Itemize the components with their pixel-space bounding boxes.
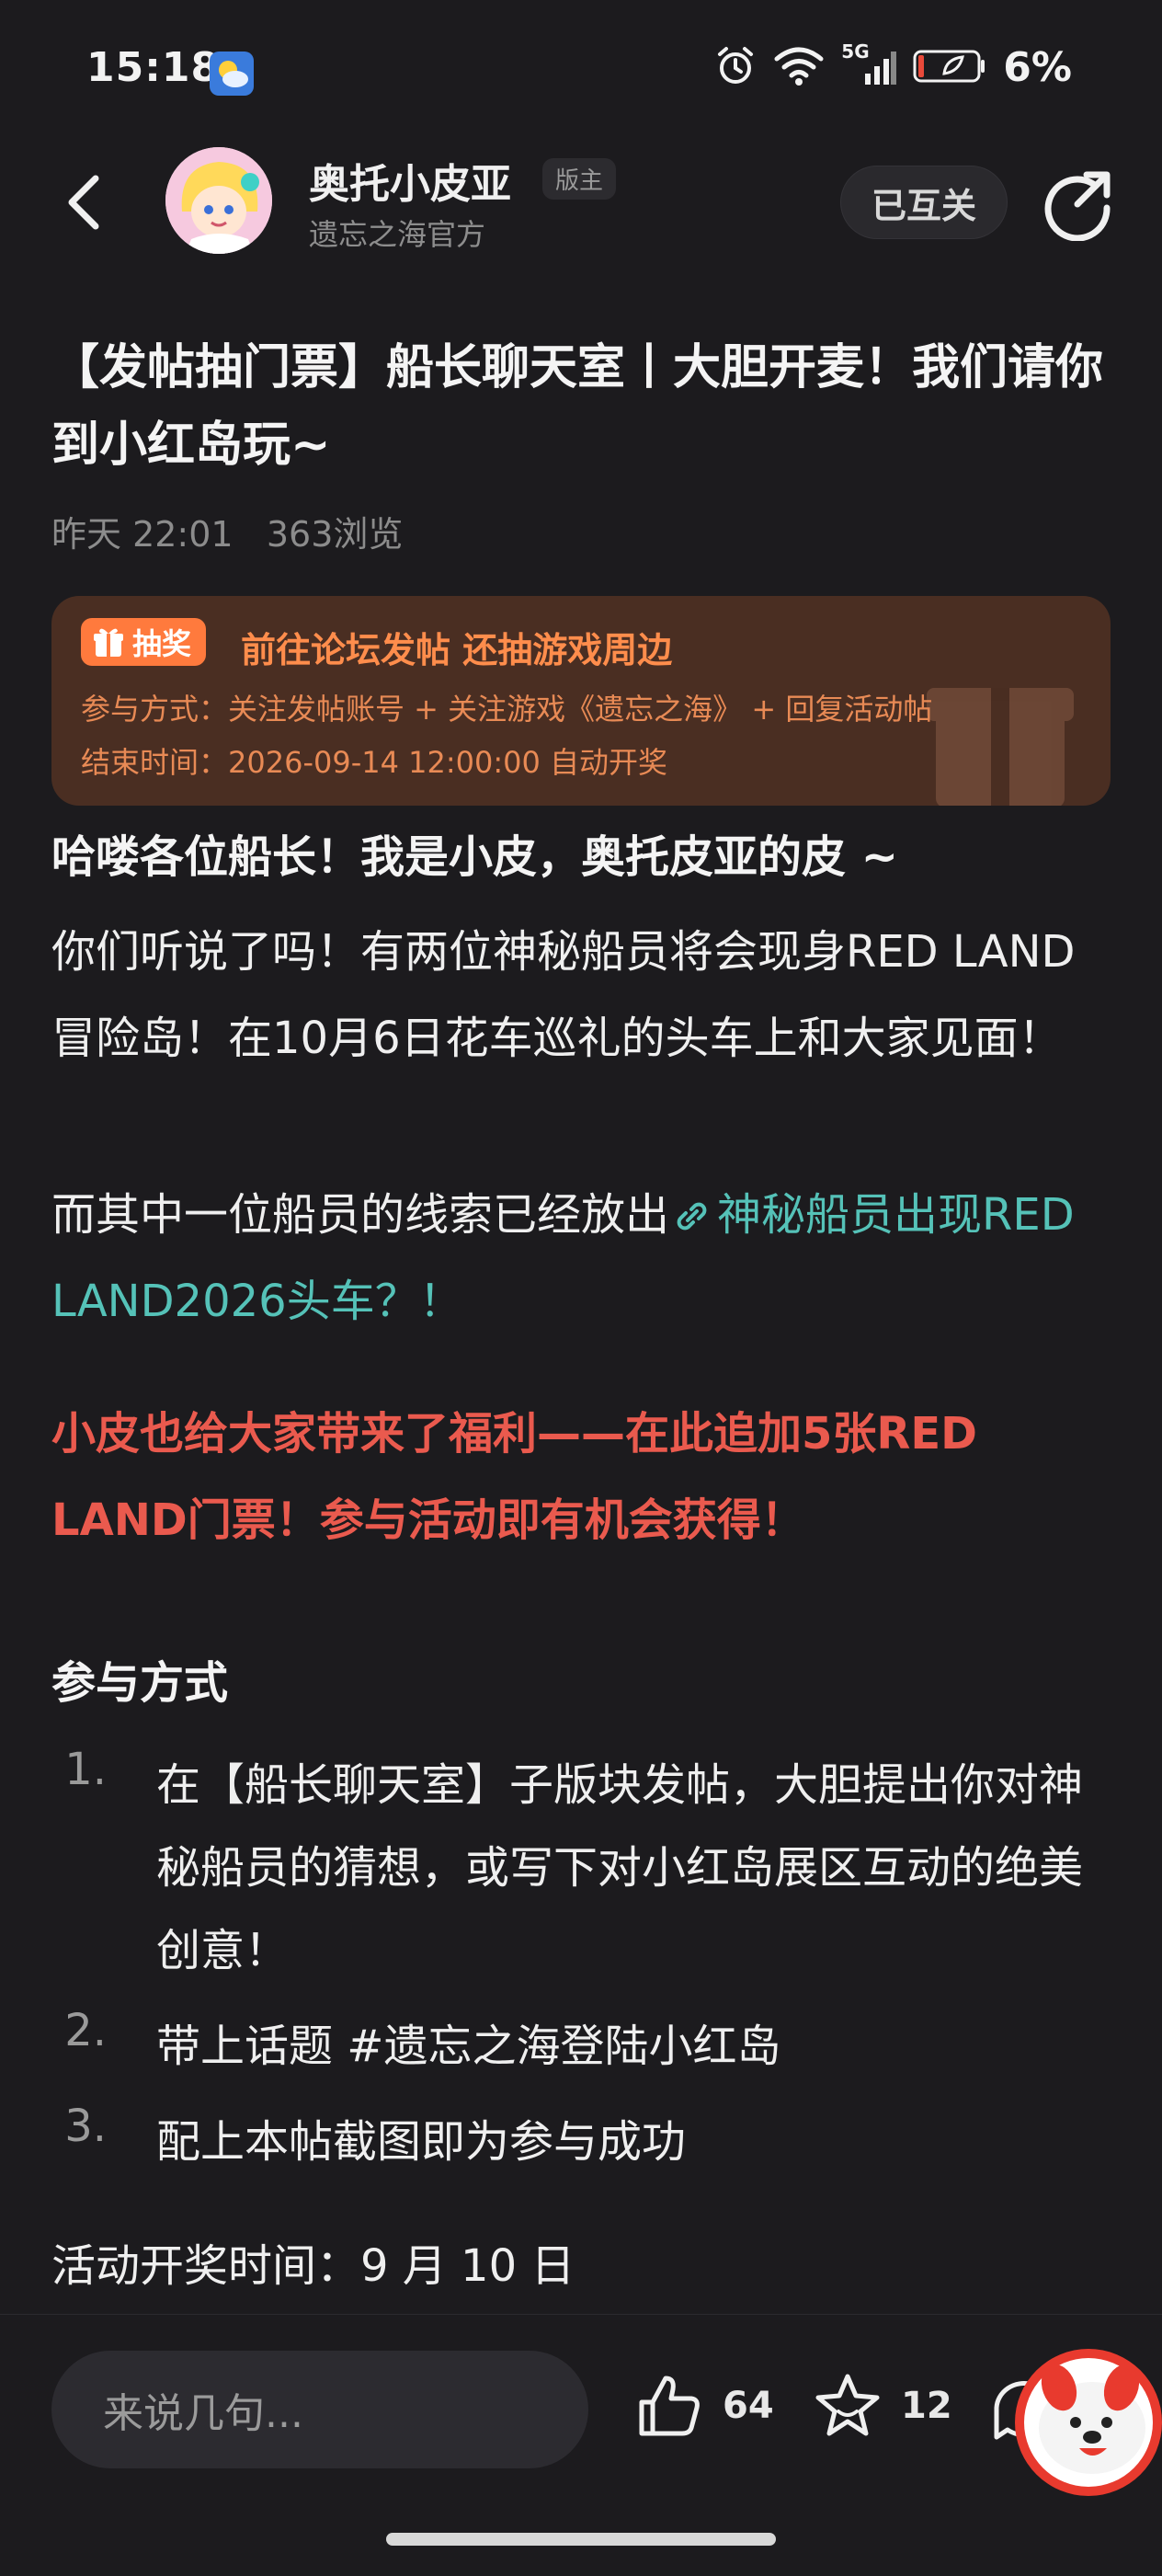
- gift-icon: [94, 628, 123, 657]
- avatar[interactable]: [165, 147, 272, 254]
- list-item-number: 2.: [64, 2005, 107, 2056]
- lottery-card[interactable]: 抽奖 前往论坛发帖 还抽游戏周边 参与方式：关注发帖账号 + 关注游戏《遗忘之海…: [51, 596, 1111, 806]
- author-name[interactable]: 奥托小皮亚: [309, 151, 511, 210]
- body-greeting: 哈喽各位船长！我是小皮，奥托皮亚的皮 ~: [51, 831, 898, 883]
- home-indicator[interactable]: [386, 2533, 776, 2546]
- draw-time: 活动开奖时间：9 月 10 日: [51, 2240, 575, 2292]
- network-type: 5G: [841, 40, 870, 63]
- weather-icon: [210, 52, 254, 96]
- post-title: 【发帖抽门票】船长聊天室丨大胆开麦！我们请你到小红岛玩~: [51, 340, 1104, 473]
- gift-decoration-icon: [927, 651, 1074, 806]
- share-icon: [1044, 171, 1111, 242]
- like-icon: [639, 2376, 700, 2436]
- body-paragraph-link: 而其中一位船员的线索已经放出 神秘船员出现RED LAND2026头车？！: [51, 1172, 1118, 1345]
- highlight-text: 小皮也给大家带来了福利——在此追加5张RED LAND门票！参与活动即有机会获得…: [51, 1408, 977, 1546]
- list-item-number: 1.: [64, 1744, 107, 1795]
- battery-icon: [913, 48, 986, 88]
- lottery-method: 参与方式：关注发帖账号 + 关注游戏《遗忘之海》 + 回复活动帖: [81, 692, 933, 727]
- signal-icon: 5G: [841, 40, 897, 90]
- follow-button[interactable]: 已互关: [840, 166, 1008, 239]
- status-icons: 5G 6%: [714, 40, 1072, 91]
- lottery-end-time: 结束时间：2026-09-14 12:00:00 自动开奖: [81, 745, 668, 780]
- lottery-badge-label: 抽奖: [132, 626, 192, 661]
- author-subtitle: 遗忘之海官方: [309, 217, 486, 252]
- favorite-count: 12: [901, 2385, 952, 2427]
- lottery-badge: 抽奖: [81, 618, 207, 666]
- list-item: 带上话题 #遗忘之海登陆小红岛: [156, 2021, 781, 2072]
- section-title: 参与方式: [51, 1657, 229, 1709]
- comment-input[interactable]: 来说几句...: [51, 2351, 588, 2468]
- alarm-icon: [714, 45, 757, 91]
- battery-percent: 6%: [1003, 44, 1072, 91]
- body-paragraph: 你们听说了吗！有两位神秘船员将会现身RED LAND冒险岛！在10月6日花车巡礼…: [51, 926, 1076, 1064]
- para2-text: 而其中一位船员的线索已经放出: [51, 1189, 670, 1241]
- like-count: 64: [723, 2385, 774, 2427]
- moderator-badge: 版主: [542, 158, 617, 200]
- mascot-floating-icon[interactable]: [1011, 2345, 1162, 2502]
- list-item: 在【船长聊天室】子版块发帖，大胆提出你对神秘船员的猜想，或写下对小红岛展区互动的…: [156, 1759, 1084, 1976]
- link-icon[interactable]: [669, 1189, 717, 1241]
- post-time: 昨天 22:01: [51, 514, 234, 555]
- post-meta: 昨天 22:01 363浏览: [51, 506, 403, 556]
- status-time: 15:18: [86, 44, 221, 91]
- wifi-icon: [773, 46, 825, 90]
- lottery-headline: 前往论坛发帖 还抽游戏周边: [241, 630, 673, 670]
- list-item-number: 3.: [64, 2101, 107, 2152]
- list-item: 配上本帖截图即为参与成功: [156, 2116, 687, 2168]
- back-arrow-icon: [68, 175, 99, 230]
- back-button[interactable]: [57, 166, 112, 239]
- post-views: 363浏览: [266, 514, 404, 555]
- share-button[interactable]: [1041, 166, 1116, 242]
- favorite-button[interactable]: 12: [813, 2371, 952, 2441]
- like-button[interactable]: 64: [634, 2371, 774, 2441]
- star-icon: [815, 2374, 880, 2436]
